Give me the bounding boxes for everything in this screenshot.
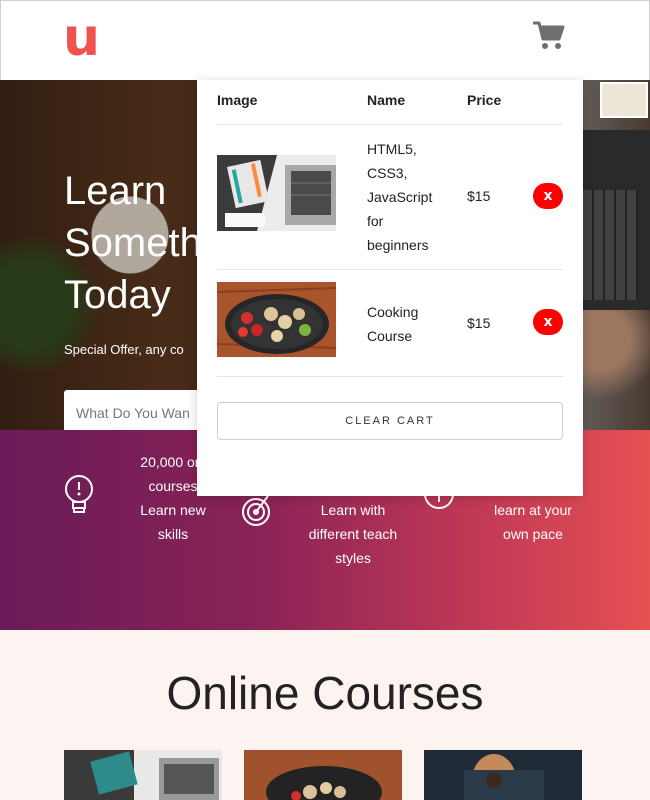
hero-laptop [575, 130, 650, 310]
feature-learn-new-skills: Learn new skills [140, 502, 206, 542]
remove-item-button[interactable]: x [533, 309, 563, 335]
cart-row: HTML5, CSS3, JavaScript for beginners $1… [217, 124, 563, 269]
hero-offer-text: Special Offer, any co [64, 342, 184, 357]
cart-dropdown: Image Name Price HTML5, CSS3, JavaScript… [197, 80, 583, 496]
hero-photo-frame [600, 82, 648, 118]
lightbulb-icon [62, 474, 96, 525]
cart-item-price: $15 [467, 188, 491, 204]
cooking-pan-image [217, 282, 336, 357]
feature-teach-styles: Learn with different teach styles [308, 502, 398, 566]
remove-item-button[interactable]: x [533, 183, 563, 209]
cart-row: Cooking Course $15 x [217, 269, 563, 376]
site-header: u [0, 0, 650, 80]
cart-header-name: Name [367, 92, 406, 108]
cart-item-price: $15 [467, 315, 491, 331]
online-courses-section: Online Courses [0, 630, 650, 800]
course-thumbnail-laptop[interactable] [64, 750, 222, 800]
cart-header-image: Image [217, 92, 258, 108]
feature-own-pace: learn at your own pace [494, 502, 572, 542]
clock-icon [422, 492, 456, 521]
course-thumbnail-guitar[interactable] [424, 750, 582, 800]
cart-item-name: Cooking Course [367, 304, 419, 344]
cart-header-price: Price [467, 92, 502, 108]
target-icon [240, 492, 272, 533]
logo[interactable]: u [63, 12, 100, 64]
shopping-cart-icon[interactable] [531, 19, 567, 51]
course-thumbnail-cooking[interactable] [244, 750, 402, 800]
cart-divider [217, 376, 563, 377]
section-title: Online Courses [166, 667, 484, 719]
clear-cart-button[interactable]: CLEAR CART [217, 402, 563, 440]
cart-item-name: HTML5, CSS3, JavaScript for beginners [367, 141, 433, 253]
laptop-notebook-image [217, 155, 336, 231]
